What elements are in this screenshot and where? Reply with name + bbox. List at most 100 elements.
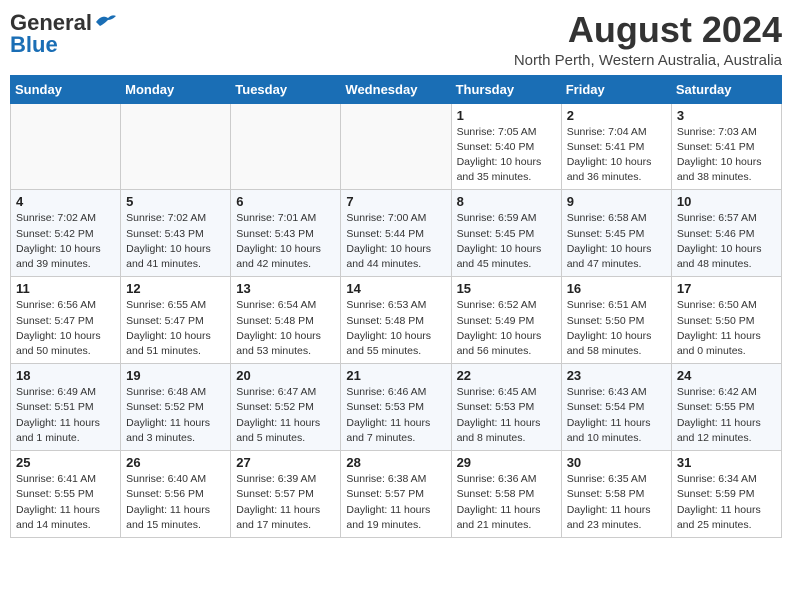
calendar-cell: 30 Sunrise: 6:35 AM Sunset: 5:58 PM Dayli… <box>561 451 671 538</box>
day-number: 15 <box>457 281 556 296</box>
calendar-cell: 26 Sunrise: 6:40 AM Sunset: 5:56 PM Dayli… <box>121 451 231 538</box>
calendar-cell: 21 Sunrise: 6:46 AM Sunset: 5:53 PM Dayli… <box>341 364 451 451</box>
day-number: 21 <box>346 368 445 383</box>
calendar-cell <box>11 103 121 190</box>
day-info: Sunrise: 6:46 AM Sunset: 5:53 PM Dayligh… <box>346 385 445 446</box>
day-number: 9 <box>567 194 666 209</box>
calendar-cell: 24Sunrise: 6:42 AM Sunset: 5:55 PM Dayli… <box>671 364 781 451</box>
day-number: 10 <box>677 194 776 209</box>
day-info: Sunrise: 7:05 AM Sunset: 5:40 PM Dayligh… <box>457 125 556 186</box>
day-number: 3 <box>677 108 776 123</box>
weekday-header-monday: Monday <box>121 75 231 103</box>
weekday-header-wednesday: Wednesday <box>341 75 451 103</box>
day-number: 11 <box>16 281 115 296</box>
calendar-cell: 14 Sunrise: 6:53 AM Sunset: 5:48 PM Dayli… <box>341 277 451 364</box>
day-info: Sunrise: 6:35 AM Sunset: 5:58 PM Dayligh… <box>567 472 666 533</box>
calendar-week-row: 4Sunrise: 7:02 AM Sunset: 5:42 PM Daylig… <box>11 190 782 277</box>
day-info: Sunrise: 6:50 AM Sunset: 5:50 PM Dayligh… <box>677 298 776 359</box>
weekday-header-friday: Friday <box>561 75 671 103</box>
calendar-cell <box>121 103 231 190</box>
day-info: Sunrise: 6:48 AM Sunset: 5:52 PM Dayligh… <box>126 385 225 446</box>
day-info: Sunrise: 6:41 AM Sunset: 5:55 PM Dayligh… <box>16 472 115 533</box>
day-info: Sunrise: 6:40 AM Sunset: 5:56 PM Dayligh… <box>126 472 225 533</box>
calendar-cell <box>231 103 341 190</box>
day-number: 5 <box>126 194 225 209</box>
day-number: 28 <box>346 455 445 470</box>
calendar-cell: 13 Sunrise: 6:54 AM Sunset: 5:48 PM Dayli… <box>231 277 341 364</box>
calendar-cell: 9 Sunrise: 6:58 AM Sunset: 5:45 PM Daylig… <box>561 190 671 277</box>
day-number: 30 <box>567 455 666 470</box>
calendar-cell: 7 Sunrise: 7:00 AM Sunset: 5:44 PM Daylig… <box>341 190 451 277</box>
calendar-cell: 15 Sunrise: 6:52 AM Sunset: 5:49 PM Dayli… <box>451 277 561 364</box>
calendar-cell: 2Sunrise: 7:04 AM Sunset: 5:41 PM Daylig… <box>561 103 671 190</box>
day-number: 16 <box>567 281 666 296</box>
calendar-cell: 3Sunrise: 7:03 AM Sunset: 5:41 PM Daylig… <box>671 103 781 190</box>
title-section: August 2024 North Perth, Western Austral… <box>514 10 782 69</box>
day-number: 13 <box>236 281 335 296</box>
calendar-cell: 22Sunrise: 6:45 AM Sunset: 5:53 PM Dayli… <box>451 364 561 451</box>
calendar-cell: 25Sunrise: 6:41 AM Sunset: 5:55 PM Dayli… <box>11 451 121 538</box>
weekday-header-thursday: Thursday <box>451 75 561 103</box>
calendar-cell: 28Sunrise: 6:38 AM Sunset: 5:57 PM Dayli… <box>341 451 451 538</box>
calendar-cell: 10 Sunrise: 6:57 AM Sunset: 5:46 PM Dayli… <box>671 190 781 277</box>
day-info: Sunrise: 6:51 AM Sunset: 5:50 PM Dayligh… <box>567 298 666 359</box>
logo: General Blue <box>10 10 116 58</box>
day-number: 22 <box>457 368 556 383</box>
weekday-header-saturday: Saturday <box>671 75 781 103</box>
calendar-cell <box>341 103 451 190</box>
calendar-cell: 20Sunrise: 6:47 AM Sunset: 5:52 PM Dayli… <box>231 364 341 451</box>
day-number: 24 <box>677 368 776 383</box>
calendar-week-row: 18 Sunrise: 6:49 AM Sunset: 5:51 PM Dayli… <box>11 364 782 451</box>
calendar-cell: 12 Sunrise: 6:55 AM Sunset: 5:47 PM Dayli… <box>121 277 231 364</box>
day-info: Sunrise: 6:54 AM Sunset: 5:48 PM Dayligh… <box>236 298 335 359</box>
day-number: 14 <box>346 281 445 296</box>
weekday-header-tuesday: Tuesday <box>231 75 341 103</box>
calendar-table: SundayMondayTuesdayWednesdayThursdayFrid… <box>10 75 782 538</box>
day-info: Sunrise: 6:53 AM Sunset: 5:48 PM Dayligh… <box>346 298 445 359</box>
day-info: Sunrise: 7:02 AM Sunset: 5:43 PM Dayligh… <box>126 211 225 272</box>
calendar-cell: 29 Sunrise: 6:36 AM Sunset: 5:58 PM Dayli… <box>451 451 561 538</box>
day-info: Sunrise: 7:00 AM Sunset: 5:44 PM Dayligh… <box>346 211 445 272</box>
calendar-cell: 16 Sunrise: 6:51 AM Sunset: 5:50 PM Dayli… <box>561 277 671 364</box>
calendar-cell: 11Sunrise: 6:56 AM Sunset: 5:47 PM Dayli… <box>11 277 121 364</box>
day-info: Sunrise: 6:59 AM Sunset: 5:45 PM Dayligh… <box>457 211 556 272</box>
calendar-cell: 23 Sunrise: 6:43 AM Sunset: 5:54 PM Dayli… <box>561 364 671 451</box>
location-title: North Perth, Western Australia, Australi… <box>514 52 782 69</box>
logo-bird-icon <box>94 12 116 30</box>
day-info: Sunrise: 7:01 AM Sunset: 5:43 PM Dayligh… <box>236 211 335 272</box>
calendar-week-row: 1Sunrise: 7:05 AM Sunset: 5:40 PM Daylig… <box>11 103 782 190</box>
calendar-cell: 27 Sunrise: 6:39 AM Sunset: 5:57 PM Dayli… <box>231 451 341 538</box>
day-info: Sunrise: 6:49 AM Sunset: 5:51 PM Dayligh… <box>16 385 115 446</box>
day-info: Sunrise: 6:43 AM Sunset: 5:54 PM Dayligh… <box>567 385 666 446</box>
calendar-cell: 18 Sunrise: 6:49 AM Sunset: 5:51 PM Dayli… <box>11 364 121 451</box>
day-number: 26 <box>126 455 225 470</box>
day-number: 23 <box>567 368 666 383</box>
calendar-cell: 19 Sunrise: 6:48 AM Sunset: 5:52 PM Dayli… <box>121 364 231 451</box>
day-number: 29 <box>457 455 556 470</box>
calendar-cell: 4Sunrise: 7:02 AM Sunset: 5:42 PM Daylig… <box>11 190 121 277</box>
day-number: 31 <box>677 455 776 470</box>
day-number: 2 <box>567 108 666 123</box>
day-number: 12 <box>126 281 225 296</box>
day-number: 7 <box>346 194 445 209</box>
day-info: Sunrise: 6:34 AM Sunset: 5:59 PM Dayligh… <box>677 472 776 533</box>
day-number: 19 <box>126 368 225 383</box>
day-info: Sunrise: 6:58 AM Sunset: 5:45 PM Dayligh… <box>567 211 666 272</box>
day-info: Sunrise: 6:52 AM Sunset: 5:49 PM Dayligh… <box>457 298 556 359</box>
month-title: August 2024 <box>514 10 782 50</box>
day-number: 27 <box>236 455 335 470</box>
day-number: 20 <box>236 368 335 383</box>
calendar-cell: 31 Sunrise: 6:34 AM Sunset: 5:59 PM Dayli… <box>671 451 781 538</box>
calendar-cell: 8 Sunrise: 6:59 AM Sunset: 5:45 PM Daylig… <box>451 190 561 277</box>
day-number: 18 <box>16 368 115 383</box>
calendar-header-row: SundayMondayTuesdayWednesdayThursdayFrid… <box>11 75 782 103</box>
day-number: 4 <box>16 194 115 209</box>
logo-blue: Blue <box>10 32 58 58</box>
day-info: Sunrise: 6:55 AM Sunset: 5:47 PM Dayligh… <box>126 298 225 359</box>
day-number: 8 <box>457 194 556 209</box>
day-info: Sunrise: 6:39 AM Sunset: 5:57 PM Dayligh… <box>236 472 335 533</box>
day-info: Sunrise: 6:36 AM Sunset: 5:58 PM Dayligh… <box>457 472 556 533</box>
day-info: Sunrise: 6:57 AM Sunset: 5:46 PM Dayligh… <box>677 211 776 272</box>
day-number: 17 <box>677 281 776 296</box>
calendar-cell: 5 Sunrise: 7:02 AM Sunset: 5:43 PM Daylig… <box>121 190 231 277</box>
